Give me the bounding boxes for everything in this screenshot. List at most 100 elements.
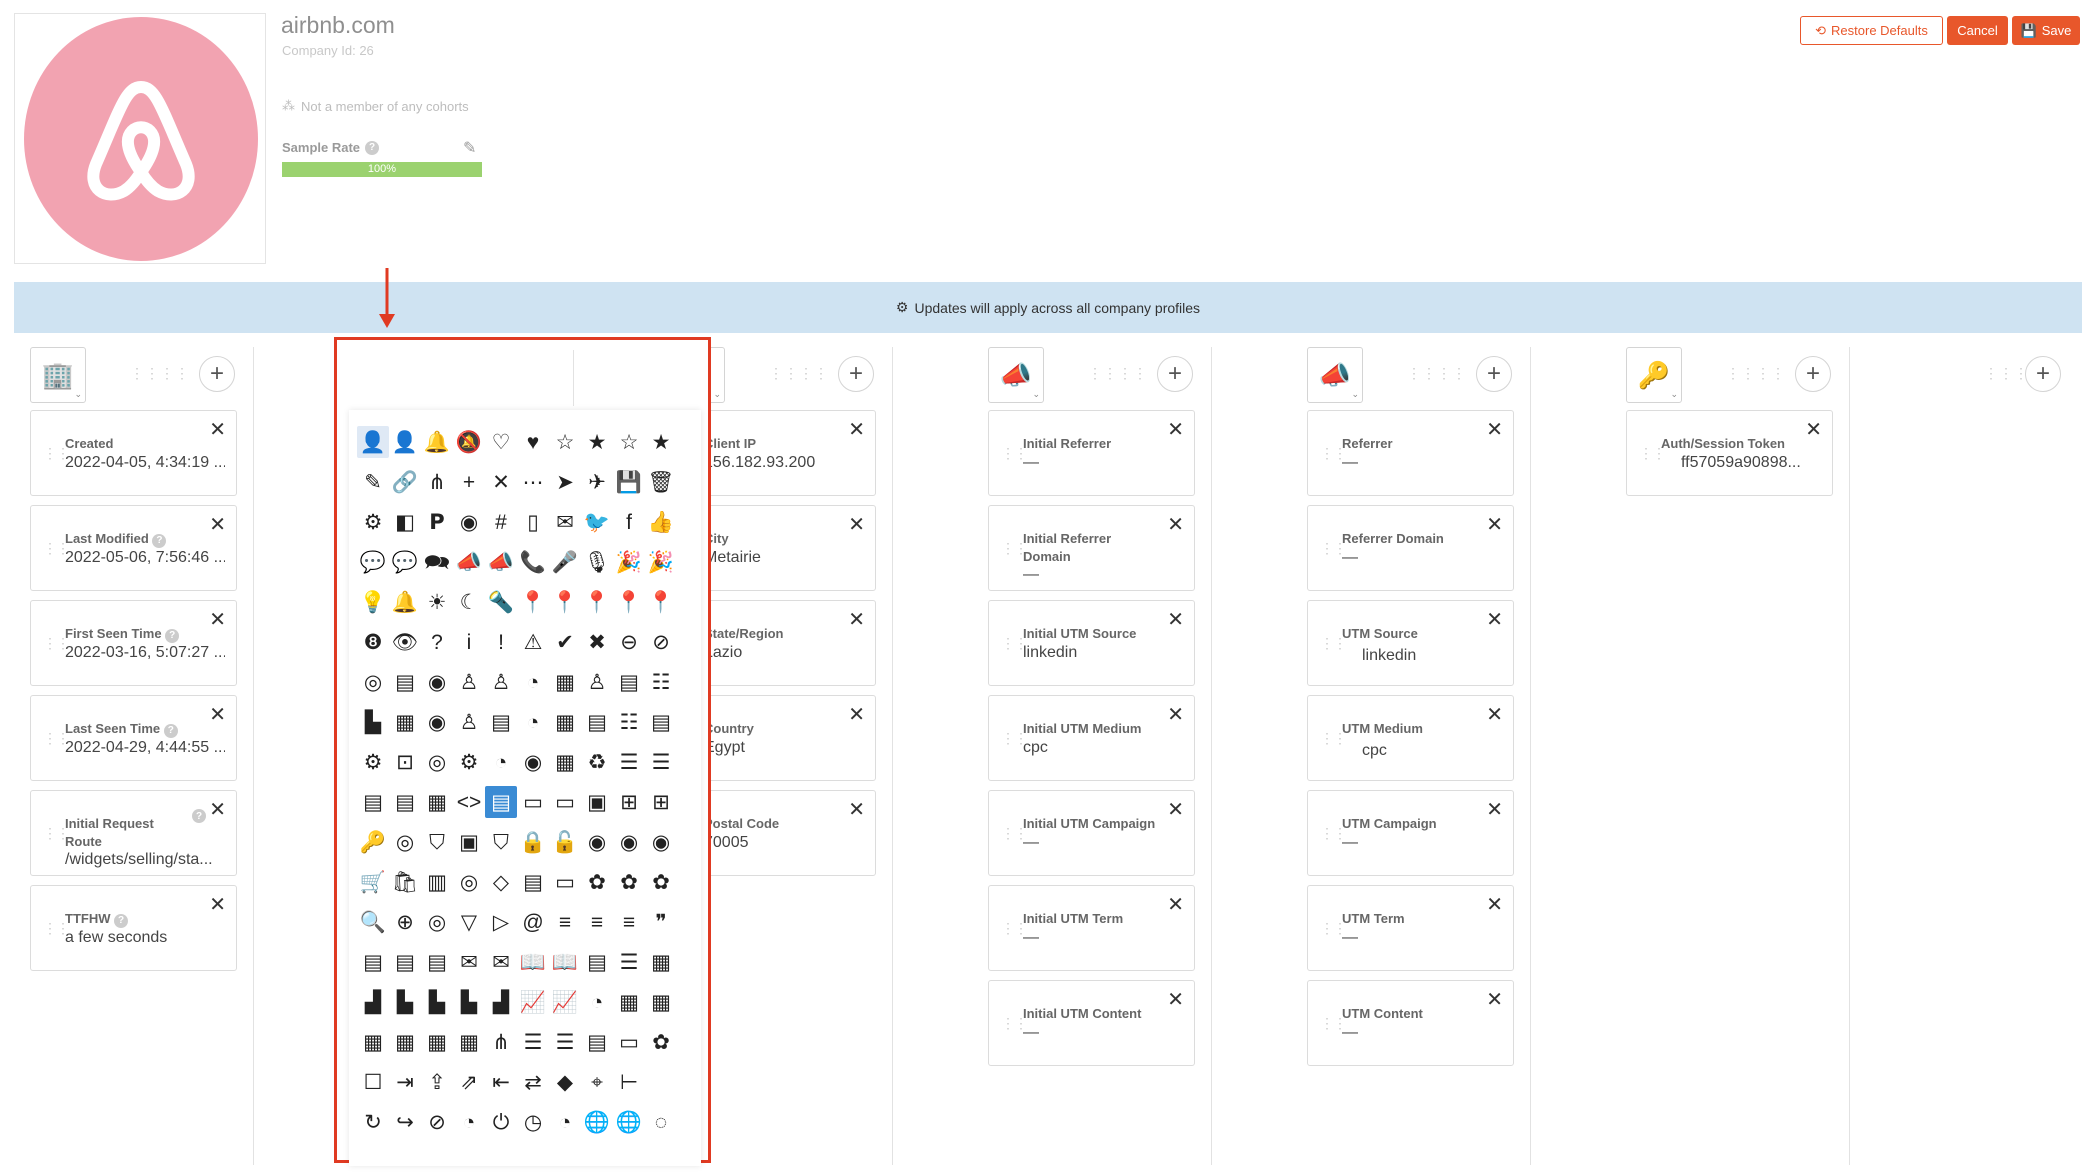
close-icon[interactable]: ✕ bbox=[209, 797, 226, 822]
picker-icon-option[interactable]: ▭ bbox=[517, 786, 549, 818]
picker-icon-option[interactable]: ◉ bbox=[421, 706, 453, 738]
picker-icon-option[interactable]: ▤ bbox=[581, 1026, 613, 1058]
picker-icon-option[interactable]: ▤ bbox=[389, 786, 421, 818]
picker-icon-option[interactable]: ★ bbox=[645, 426, 677, 458]
picker-icon-option[interactable]: ◎ bbox=[453, 866, 485, 898]
picker-icon-option[interactable]: 📣 bbox=[453, 546, 485, 578]
picker-icon-option[interactable]: ▙ bbox=[389, 986, 421, 1018]
picker-icon-option[interactable]: ◉ bbox=[453, 506, 485, 538]
field-card[interactable]: ⋮⋮ Initial UTM Medium cpc ✕ bbox=[988, 695, 1195, 781]
picker-icon-option[interactable]: # bbox=[485, 506, 517, 538]
field-card[interactable]: ⋮⋮ Initial UTM Campaign — ✕ bbox=[988, 790, 1195, 876]
picker-icon-option[interactable]: ! bbox=[485, 626, 517, 658]
picker-icon-option[interactable]: ☰ bbox=[517, 1026, 549, 1058]
picker-icon-option[interactable]: ◔ bbox=[549, 1106, 581, 1138]
close-icon[interactable]: ✕ bbox=[209, 512, 226, 537]
help-icon[interactable]: ? bbox=[114, 914, 129, 928]
picker-icon-option[interactable]: ⊘ bbox=[421, 1106, 453, 1138]
picker-icon-option[interactable]: ⛉ bbox=[485, 826, 517, 858]
picker-icon-option[interactable]: ▭ bbox=[613, 1026, 645, 1058]
drag-handle[interactable]: ⋮⋮⋮⋮ bbox=[130, 365, 190, 382]
close-icon[interactable]: ✕ bbox=[848, 702, 865, 727]
picker-icon-option[interactable]: ▷ bbox=[485, 906, 517, 938]
picker-icon-option[interactable]: ⚙ bbox=[453, 746, 485, 778]
picker-icon-option[interactable]: ✖ bbox=[581, 626, 613, 658]
picker-icon-option[interactable]: ☰ bbox=[549, 1026, 581, 1058]
picker-icon-option[interactable]: ▙ bbox=[453, 986, 485, 1018]
picker-icon-option[interactable]: ♡ bbox=[485, 426, 517, 458]
picker-icon-option[interactable]: ⊘ bbox=[645, 626, 677, 658]
drag-handle[interactable]: ⋮⋮⋮⋮ bbox=[1726, 365, 1786, 382]
picker-icon-option[interactable]: 📖 bbox=[517, 946, 549, 978]
picker-icon-option[interactable]: 📣 bbox=[485, 546, 517, 578]
picker-icon-option[interactable]: ◔ bbox=[485, 746, 517, 778]
close-icon[interactable]: ✕ bbox=[1167, 512, 1184, 537]
help-icon[interactable]: ? bbox=[152, 534, 167, 548]
picker-icon-option[interactable]: ❞ bbox=[645, 906, 677, 938]
help-icon[interactable]: ? bbox=[192, 809, 206, 823]
picker-icon-option[interactable]: ▦ bbox=[549, 706, 581, 738]
picker-icon-option[interactable]: ↻ bbox=[357, 1106, 389, 1138]
picker-icon-option[interactable]: 📖 bbox=[549, 946, 581, 978]
picker-icon-option[interactable]: ⇥ bbox=[389, 1066, 421, 1098]
picker-icon-option[interactable]: 📍 bbox=[581, 586, 613, 618]
add-field-button[interactable]: + bbox=[2025, 356, 2061, 392]
picker-icon-option[interactable]: ⊡ bbox=[389, 746, 421, 778]
field-card[interactable]: ⋮⋮ Initial Referrer — ✕ bbox=[988, 410, 1195, 496]
picker-icon-option[interactable]: ↪ bbox=[389, 1106, 421, 1138]
add-field-button[interactable]: + bbox=[1795, 356, 1831, 392]
picker-icon-option[interactable]: 🔔 bbox=[389, 586, 421, 618]
picker-icon-option[interactable]: 🔔 bbox=[421, 426, 453, 458]
picker-icon-option[interactable]: ☷ bbox=[645, 666, 677, 698]
picker-icon-option[interactable]: ▦ bbox=[389, 1026, 421, 1058]
picker-icon-option[interactable]: + bbox=[453, 466, 485, 498]
picker-icon-option[interactable]: 💾 bbox=[613, 466, 645, 498]
picker-icon-option[interactable]: ▦ bbox=[645, 946, 677, 978]
picker-icon-option[interactable]: ☆ bbox=[613, 426, 645, 458]
picker-icon-option[interactable]: 🌐 bbox=[581, 1106, 613, 1138]
picker-icon-option[interactable]: 🎉 bbox=[645, 546, 677, 578]
picker-icon-option[interactable]: 🔕 bbox=[453, 426, 485, 458]
picker-icon-option[interactable]: ▟ bbox=[357, 986, 389, 1018]
picker-icon-option[interactable]: ✕ bbox=[485, 466, 517, 498]
field-card[interactable]: ⋮⋮ Referrer — ✕ bbox=[1307, 410, 1514, 496]
picker-icon-option[interactable]: 💬 bbox=[357, 546, 389, 578]
close-icon[interactable]: ✕ bbox=[1805, 417, 1822, 442]
picker-icon-option[interactable]: ◌ bbox=[645, 1106, 677, 1138]
picker-icon-option[interactable]: 👤 bbox=[357, 426, 389, 458]
close-icon[interactable]: ✕ bbox=[1167, 892, 1184, 917]
picker-icon-option[interactable]: ⇪ bbox=[421, 1066, 453, 1098]
field-card[interactable]: ⋮⋮ UTM Content — ✕ bbox=[1307, 980, 1514, 1066]
close-icon[interactable]: ✕ bbox=[209, 417, 226, 442]
picker-icon-option[interactable]: ◎ bbox=[357, 666, 389, 698]
picker-icon-option[interactable]: ✈ bbox=[581, 466, 613, 498]
drag-handle[interactable]: ⋮⋮⋮⋮ bbox=[1088, 365, 1148, 382]
picker-icon-option[interactable]: ⇤ bbox=[485, 1066, 517, 1098]
picker-icon-option[interactable]: ⇄ bbox=[517, 1066, 549, 1098]
column-icon-selector[interactable]: 📣 ⌄ bbox=[1307, 347, 1363, 403]
picker-icon-option[interactable]: ◎ bbox=[421, 746, 453, 778]
picker-icon-option[interactable]: ☰ bbox=[645, 746, 677, 778]
cancel-button[interactable]: Cancel bbox=[1947, 16, 2008, 45]
picker-icon-option[interactable]: f bbox=[613, 506, 645, 538]
close-icon[interactable]: ✕ bbox=[209, 702, 226, 727]
help-icon[interactable]: ? bbox=[163, 724, 178, 738]
picker-icon-option[interactable]: ◎ bbox=[421, 906, 453, 938]
picker-icon-option[interactable]: 📍 bbox=[645, 586, 677, 618]
picker-icon-option[interactable]: ⚙ bbox=[357, 746, 389, 778]
picker-icon-option[interactable]: <> bbox=[453, 786, 485, 818]
picker-icon-option[interactable]: 🛍 bbox=[389, 866, 421, 898]
picker-icon-option[interactable]: ◉ bbox=[613, 826, 645, 858]
picker-icon-option[interactable]: ❽ bbox=[357, 626, 389, 658]
picker-icon-option[interactable]: 🐦 bbox=[581, 506, 613, 538]
picker-icon-option[interactable]: ▟ bbox=[485, 986, 517, 1018]
close-icon[interactable]: ✕ bbox=[209, 607, 226, 632]
picker-icon-option[interactable]: ✿ bbox=[613, 866, 645, 898]
picker-icon-option[interactable]: ◔ bbox=[581, 986, 613, 1018]
picker-icon-option[interactable]: ▤ bbox=[389, 666, 421, 698]
picker-icon-option[interactable]: ≡ bbox=[549, 906, 581, 938]
picker-icon-option[interactable]: ★ bbox=[581, 426, 613, 458]
picker-icon-option[interactable]: 📍 bbox=[613, 586, 645, 618]
picker-icon-option[interactable]: ▦ bbox=[421, 786, 453, 818]
close-icon[interactable]: ✕ bbox=[1486, 892, 1503, 917]
